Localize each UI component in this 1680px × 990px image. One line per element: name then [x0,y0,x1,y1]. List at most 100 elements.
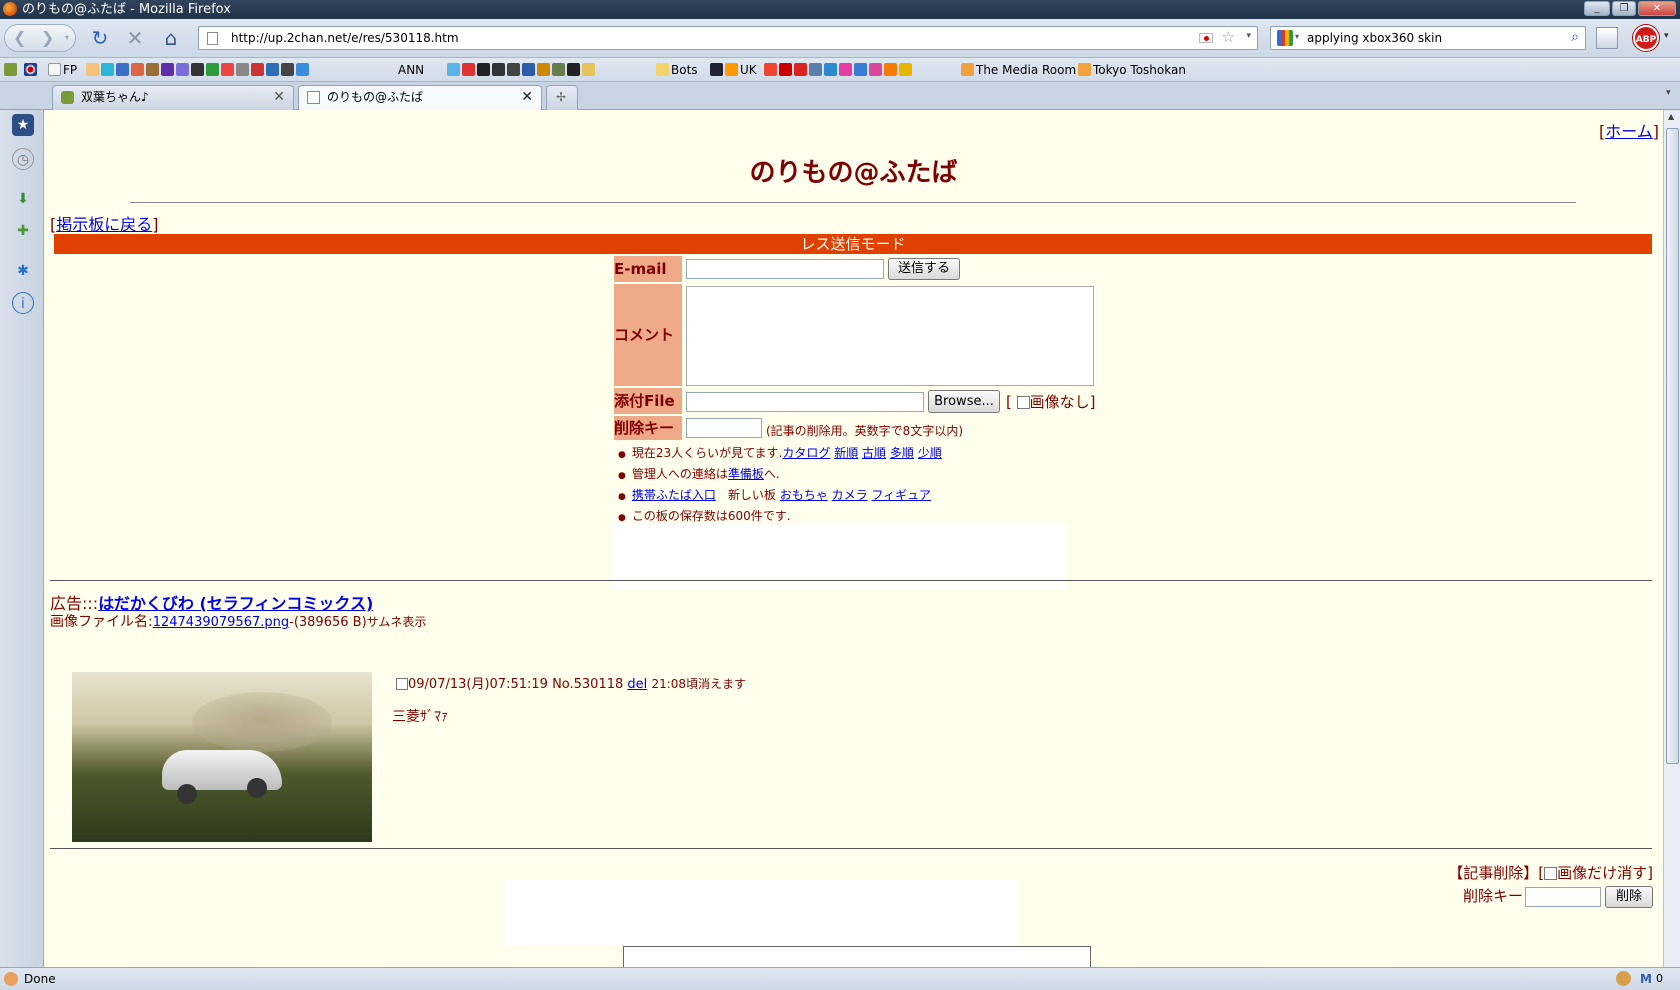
page-content: [ホーム] のりもの@ふたば [掲示板に戻る] レス送信モード E-mail 送… [44,110,1663,967]
bookmark-icon[interactable] [86,62,311,78]
divider [50,580,1652,581]
back-forward-group: ❮ ❯ ▾ [4,24,76,52]
post-select-checkbox[interactable] [396,678,408,690]
toys-board-link[interactable]: おもちゃ [780,488,828,502]
history-dropdown-icon[interactable]: ▾ [65,25,69,51]
divider [130,202,1576,203]
camera-board-link[interactable]: カメラ [832,488,868,502]
list-item: ● 携帯ふたば入口 新しい板 おもちゃ カメラ フィギュア [618,488,931,502]
bookmarks-star-icon[interactable]: ★ [12,114,34,136]
file-info-line: 画像ファイル名:1247439079567.png-(389656 B)サムネ表… [50,611,426,631]
sort-few-link[interactable]: 少順 [918,446,942,460]
addons-puzzle-icon[interactable]: ✚ [12,220,34,242]
divider [50,848,1652,849]
home-link[interactable]: ホーム [1605,122,1653,141]
sort-many-link[interactable]: 多順 [890,446,914,460]
minimize-button[interactable]: _ [1584,1,1610,16]
mobile-futaba-link[interactable]: 携帯ふたば入口 [632,488,716,502]
settings-gear-icon[interactable]: ✱ [12,260,34,282]
contact-text: 管理人への連絡は [631,467,728,481]
tab-norimono[interactable]: のりもの@ふたば ✕ [298,85,542,111]
tab-bar: 双葉ちゃん♪ ✕ のりもの@ふたば ✕ ✢ ▾ [0,82,1680,111]
bookmark-icon[interactable] [4,62,19,78]
downloads-icon[interactable]: ⬇ [12,188,34,210]
reply-mode-bar: レス送信モード [54,234,1652,254]
tab-futaba-chan[interactable]: 双葉ちゃん♪ ✕ [52,85,294,110]
delete-button[interactable]: 削除 [1605,885,1653,908]
close-tab-icon[interactable]: ✕ [521,86,533,109]
close-window-button[interactable]: ✕ [1638,1,1676,16]
submit-button[interactable]: 送信する [888,258,960,280]
prep-board-link[interactable]: 準備板 [728,467,764,481]
comment-label: コメント [614,284,682,386]
sidebar: ★ ◷ ⬇ ✚ ✱ i [0,110,44,967]
google-icon[interactable] [1277,30,1293,46]
del-link[interactable]: del [627,677,647,692]
back-link-wrap: [掲示板に戻る] [50,215,159,234]
post-thumbnail-image[interactable] [72,672,372,842]
bookmark-icon[interactable] [710,62,740,78]
bookmarks-toolbar: FP ANN Bots UK The Media Room Tokyo Tosh… [0,58,1680,82]
delete-password-field[interactable] [1525,886,1601,907]
uk-flag-icon[interactable] [24,62,39,78]
vertical-scrollbar[interactable]: ▲ [1663,110,1680,967]
maximize-button[interactable]: ❐ [1612,1,1636,16]
email-field[interactable] [686,259,884,279]
bookmark-fp[interactable]: FP [48,62,77,78]
url-bar[interactable]: http://up.2chan.net/e/res/530118.htm ☆ ▾ [198,26,1258,50]
bookmark-tokyo-toshokan[interactable]: Tokyo Toshokan [1078,62,1186,78]
search-engine-dropdown-icon[interactable]: ▾ [1295,32,1299,41]
bookmark-uk[interactable]: UK [740,62,757,78]
catalog-link[interactable]: カタログ [782,446,830,460]
post-number: No.530118 [552,677,624,692]
home-icon[interactable]: ⌂ [157,24,185,52]
bookmark-icon[interactable] [764,62,914,78]
url-text[interactable]: http://up.2chan.net/e/res/530118.htm [231,31,459,45]
back-to-board-link[interactable]: 掲示板に戻る [56,215,152,234]
bookmark-star-icon[interactable]: ☆ [1222,28,1235,46]
image-file-link[interactable]: 1247439079567.png [153,615,289,630]
greasemonkey-icon[interactable] [1616,971,1631,986]
search-icon[interactable]: ⌕ [1571,29,1579,45]
browse-button[interactable]: Browse... [928,390,1000,413]
info-icon[interactable]: i [12,292,34,314]
tab-favicon [307,91,320,104]
sort-new-link[interactable]: 新順 [834,446,858,460]
history-clock-icon[interactable]: ◷ [12,148,34,170]
close-tab-icon[interactable]: ✕ [273,86,285,109]
home-link-wrap: [ホーム] [1598,122,1659,141]
sort-old-link[interactable]: 古順 [862,446,886,460]
delete-key-field[interactable] [686,418,762,438]
mail-icon[interactable]: M [1640,968,1652,990]
adblock-plus-button[interactable]: ABP [1633,25,1659,51]
bookmark-the-media-room[interactable]: The Media Room [961,62,1076,78]
mail-count: 0 [1656,972,1663,985]
scrollbar-thumb[interactable] [1666,128,1679,764]
figure-board-link[interactable]: フィギュア [871,488,931,502]
no-image-checkbox[interactable] [1016,396,1030,409]
window-titlebar: のりもの@ふたば - Mozilla Firefox _ ❐ ✕ [0,0,1680,19]
new-tab-button[interactable]: ✢ [546,85,578,110]
no-image-label: 画像なし [1029,393,1090,411]
search-bar[interactable]: ▾ applying xbox360 skin ⌕ [1270,26,1586,50]
scroll-up-arrow-icon[interactable]: ▲ [1668,112,1674,121]
window-switcher-icon[interactable] [1596,27,1618,49]
reload-icon[interactable]: ↻ [86,24,114,52]
search-query[interactable]: applying xbox360 skin [1307,31,1442,45]
bookmark-icon[interactable] [447,62,597,78]
stop-icon[interactable]: ✕ [121,24,149,52]
thumbnail-note: サムネ表示 [366,615,427,629]
status-icon [4,972,18,986]
bookmark-ann[interactable]: ANN [398,62,424,78]
comment-textarea[interactable] [686,286,1094,386]
page-icon [207,32,218,45]
list-all-tabs-icon[interactable]: ▾ [1666,88,1671,98]
expire-time: 21:08頃消えます [651,677,747,691]
forward-arrow-icon[interactable]: ❯ [41,25,54,51]
back-arrow-icon[interactable]: ❮ [13,25,26,51]
url-dropdown-icon[interactable]: ▾ [1246,31,1251,41]
abp-dropdown-icon[interactable]: ▾ [1664,31,1669,41]
bookmark-bots[interactable]: Bots [656,62,698,78]
file-path-field[interactable] [686,392,924,412]
image-only-checkbox[interactable] [1544,867,1558,880]
